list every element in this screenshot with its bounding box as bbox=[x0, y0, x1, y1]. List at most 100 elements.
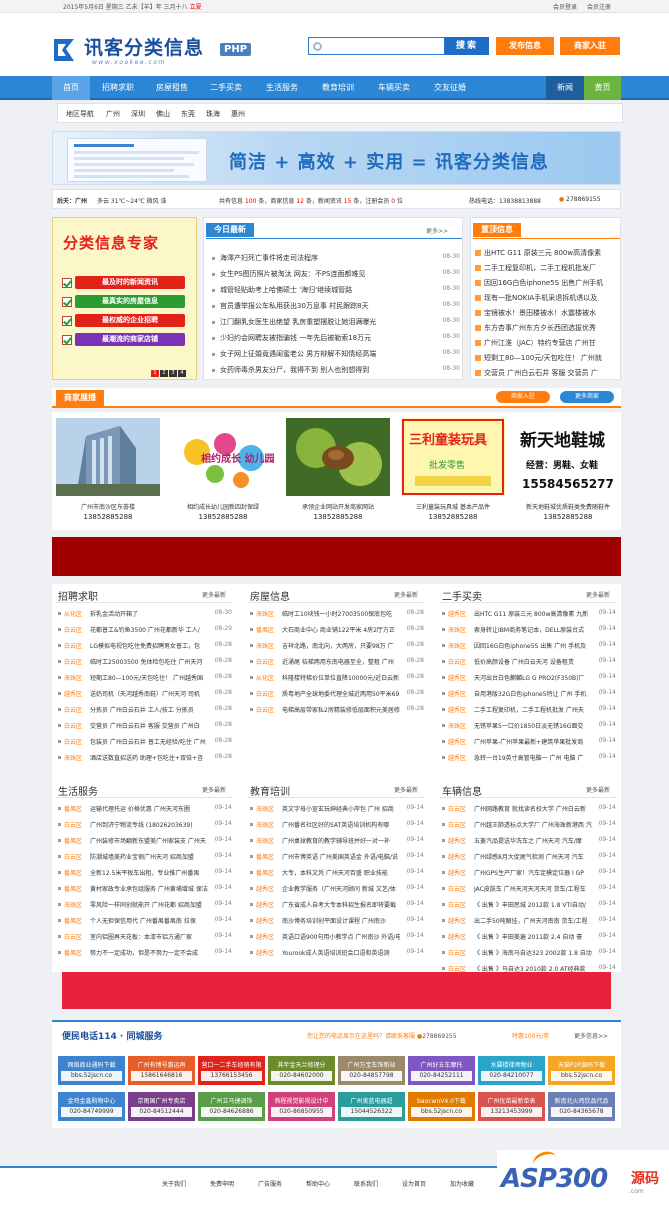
footer-link[interactable]: 广告服务 bbox=[258, 1179, 282, 1188]
slide-dot-1[interactable]: 1 bbox=[151, 370, 159, 377]
list-item[interactable]: 越秀区 广州GPS生产厂家！汽车定模定位器 I GP 09-14 bbox=[440, 868, 620, 878]
list-item[interactable]: 从化区 拆乳金活动开箱了 08-30 bbox=[56, 609, 236, 619]
shop-card[interactable]: 相约成长 幼儿园 相约成长幼儿园新四封保绿 13852885288 bbox=[171, 418, 275, 524]
site-logo[interactable]: 讯客分类信息 PHP www.xookee.com bbox=[52, 33, 262, 73]
service-more-link[interactable]: 更多信息>> bbox=[574, 1031, 608, 1040]
list-item[interactable]: 白云区 包装员 广州白云石井 普工无经验/吃住 广州 08-28 bbox=[56, 737, 236, 747]
list-item[interactable]: 江门翻乳女医生出绝望 乳房重塑摆脱让她泪满曝光 08-30 bbox=[208, 317, 460, 327]
list-item[interactable]: 女子网上征婚竟遇闺蜜老公 男方辩解不知情经高端 08-30 bbox=[208, 349, 460, 359]
list-item[interactable]: 番禺区 广州装修市场翻新东盟美广州家装支 广州天 09-14 bbox=[56, 836, 236, 846]
nav-news[interactable]: 新闻 bbox=[546, 76, 584, 100]
list-item[interactable]: 越秀区 急转一台19英寸高管电脑一 广州 电脑 广 09-14 bbox=[440, 753, 620, 763]
top-banner[interactable]: 简洁 + 高效 + 实用 = 讯客分类信息 bbox=[52, 131, 621, 185]
list-item[interactable]: 白云区 广州越王肺透标点大学厂 广州海珠新港西 汽 09-14 bbox=[440, 820, 620, 830]
list-item[interactable]: 番禺区 努力不一定成功，但是不努力一定不会成 09-14 bbox=[56, 948, 236, 958]
list-item[interactable]: 越秀区 广州绿感8月大促尾气检测 广州天河 汽车 09-14 bbox=[440, 852, 620, 862]
list-item[interactable]: 越秀区 天河出台白色麒麟LG G PRO2(F350B)厂 09-14 bbox=[440, 673, 620, 683]
list-item[interactable]: 白云区《 出售 》海南马自达323 2002款 1.8 自动 D 09-14 bbox=[440, 948, 620, 958]
nav-dating[interactable]: 交友征婚 bbox=[424, 76, 476, 100]
list-item[interactable]: 白云区 防潮城墙美药业宝钢广州天河 招商加盟 09-14 bbox=[56, 852, 236, 862]
list-item[interactable]: 越秀区 出HTC G11 原装三元 800w高清像素 九新 09-14 bbox=[440, 609, 620, 619]
list-item[interactable]: 海珠区 广州番名社区好的SAT英语培训机构有哪 09-14 bbox=[248, 820, 428, 830]
list-item[interactable]: 白云区 交营员 广州白云石井 客服 交营员 广州白 08-28 bbox=[56, 721, 236, 731]
list-item[interactable]: 越秀区 企业教学服务（广州天河顾问 新城 文艺/体 09-14 bbox=[248, 884, 428, 894]
section-more-link[interactable]: 更多最新 bbox=[394, 785, 418, 794]
list-item[interactable]: 白云区 JAC皮肤车 广州天河天河天河 货车/工程车 09-14 bbox=[440, 884, 620, 894]
list-item[interactable]: 越秀区 广东省成人自考大专本科招生报名即将要截 09-14 bbox=[248, 900, 428, 910]
list-item[interactable]: 东方杏事广州东方夕长西团选拔优秀 bbox=[475, 323, 618, 333]
list-item[interactable]: 越秀区 自用港版32G白色iphone5特让 广州 手机 09-14 bbox=[440, 689, 620, 699]
list-item[interactable]: 少妇约会网聘友被指骗钱 一年先后被勒索18万元 08-30 bbox=[208, 333, 460, 343]
search-input[interactable] bbox=[308, 37, 445, 55]
section-more-link[interactable]: 更多最新 bbox=[586, 590, 610, 599]
service-tile[interactable]: 广州万宝车饰新站 020-84857798 bbox=[338, 1056, 405, 1085]
list-item[interactable]: 广州江淮（JAC）特约专营店 广州甘 bbox=[475, 338, 618, 348]
service-tile[interactable]: 广州有博号惠运再 15861646816 bbox=[128, 1056, 195, 1085]
nav-home[interactable]: 首页 bbox=[52, 76, 90, 100]
list-item[interactable]: 白云区 花都普工&钓鱼3500 广州花都新华 工人/08-29 bbox=[56, 625, 236, 635]
latest-news-more[interactable]: 更多>> bbox=[426, 226, 448, 235]
footer-link[interactable]: 联系我们 bbox=[354, 1179, 378, 1188]
footer-link[interactable]: 加为收藏 bbox=[450, 1179, 474, 1188]
list-item[interactable]: 海珠区 英文字母小宣玄玩绅经典小岸包 广州 招商 09-14 bbox=[248, 804, 428, 814]
footer-link[interactable]: 免费申明 bbox=[210, 1179, 234, 1188]
list-item[interactable]: 官员遭举报公车私用获出30万息事 村民跟踪8天 08-30 bbox=[208, 301, 460, 311]
service-tile[interactable]: 京雨国广州专卖店 020-84512444 bbox=[128, 1092, 195, 1121]
list-item[interactable]: 越秀区 出二手50吨解挂，广州天河南南 货车/工程 09-14 bbox=[440, 916, 620, 926]
region-guangzhou[interactable]: 广州 bbox=[106, 109, 120, 119]
list-item[interactable]: 越秀区 五菱汽品提送华洗车之 广州天河 汽车/摩 09-14 bbox=[440, 836, 620, 846]
login-link[interactable]: 会员登录 bbox=[553, 4, 577, 11]
region-huizhou[interactable]: 惠州 bbox=[231, 109, 245, 119]
service-tile[interactable]: 天猫P2P源码下载 bbs.52jscn.co bbox=[548, 1056, 615, 1085]
list-item[interactable]: 番禺区 广州市博英语 广州美国英语金 外语/电脑/说 09-14 bbox=[248, 852, 428, 862]
region-shenzhen[interactable]: 深圳 bbox=[131, 109, 145, 119]
region-zhuhai[interactable]: 珠海 bbox=[206, 109, 220, 119]
nav-life[interactable]: 生活服务 bbox=[256, 76, 308, 100]
more-shops-link[interactable]: 更多商家 bbox=[560, 391, 614, 403]
list-item[interactable]: 越秀区 送奶司机（天河越秀南鞋）广州天河 司机 08-28 bbox=[56, 689, 236, 699]
list-item[interactable]: 白云区 电梯高层带家私2房精装修低层面积元美居修 08-28 bbox=[248, 705, 428, 715]
section-more-link[interactable]: 更多最新 bbox=[394, 590, 418, 599]
list-item[interactable]: 从化区 科隆楼特梯价位单位直降10000元/近白云新 08-28 bbox=[248, 673, 428, 683]
list-item[interactable]: 城管轻贴助考上哈佛硕士 '海归'继续城管路 08-30 bbox=[208, 285, 460, 295]
list-item[interactable]: 番禺区 个人无担保信用代 广州番禺番禺南 拉保 09-14 bbox=[56, 916, 236, 926]
list-item[interactable]: 女药师毒杀男友分尸，我得不到 别人也别想得到 08-30 bbox=[208, 365, 460, 375]
list-item[interactable]: 海珠区 酒店送数直招送药 助理+包吃住+双倍+咨 08-28 bbox=[56, 753, 236, 763]
list-item[interactable]: 越秀区 Yourook成人英语培训班会口语和英语测 09-14 bbox=[248, 948, 428, 958]
list-item[interactable]: 越秀区 英语口语900句用小教学点 广州南沙 外语/电 09-14 bbox=[248, 932, 428, 942]
list-item[interactable]: 海珠区 临时工10块钱一小时27003500保底包吃 08-28 bbox=[248, 609, 428, 619]
list-item[interactable]: 番禺区 黄村家政专业承包组服务 广州黄埔增城 保洁 09-14 bbox=[56, 884, 236, 894]
list-item[interactable]: 因回16G白色iphone5S 出售广州手机 bbox=[475, 278, 618, 288]
ad-banner-red[interactable] bbox=[52, 537, 621, 576]
solar-term-link[interactable]: 立夏 bbox=[190, 4, 202, 11]
slide-dot-4[interactable]: 4 bbox=[178, 370, 186, 377]
nav-vehicles[interactable]: 车辆买卖 bbox=[368, 76, 420, 100]
list-item[interactable]: 白云区 低价高颜设备 广州白云天河 设备租赁 09-14 bbox=[440, 657, 620, 667]
list-item[interactable]: 出HTC G11 原装三元 800w高清像素 bbox=[475, 248, 618, 258]
shop-join-link[interactable]: 商家入驻 bbox=[496, 391, 550, 403]
list-item[interactable]: 短剩工80—100元/天包吃住！ 广州就 bbox=[475, 353, 618, 363]
list-item[interactable]: 越秀区 广州苹果-广州苹果最新+建筑苹果批发商 09-14 bbox=[440, 737, 620, 747]
ad-banner-pink[interactable] bbox=[62, 972, 611, 1009]
list-item[interactable]: 越秀区 南沙博务培训创平面设计课程 广州南沙 09-14 bbox=[248, 916, 428, 926]
footer-link[interactable]: 关于我们 bbox=[162, 1179, 186, 1188]
post-info-button[interactable]: 发布信息 bbox=[496, 37, 554, 55]
section-more-link[interactable]: 更多最新 bbox=[202, 785, 226, 794]
region-foshan[interactable]: 佛山 bbox=[156, 109, 170, 119]
service-tile[interactable]: 水属楼律师物业 020-84210077 bbox=[478, 1056, 545, 1085]
list-item[interactable]: 越秀区 二手工程复印机，二手工程机批发 广州天 09-14 bbox=[440, 705, 620, 715]
service-tile[interactable]: 网络商业通码下载 bbs.52jscn.co bbox=[58, 1056, 125, 1085]
service-tile[interactable]: 营口一二手车经销有限 13766153456 bbox=[198, 1056, 265, 1085]
nav-secondhand[interactable]: 二手买卖 bbox=[200, 76, 252, 100]
service-notice[interactable]: 您让您的电话显示在这里吗？请联系客服 ●278869155 bbox=[307, 1031, 457, 1040]
shop-card[interactable]: 承领企业网站开发商家网站 13852885288 bbox=[286, 418, 390, 524]
nav-housing[interactable]: 房屋租售 bbox=[146, 76, 198, 100]
shop-card[interactable]: 三利童装玩具 批发零售 三利童装玩具城 基本产品件 13852885288 bbox=[401, 418, 505, 524]
service-tile[interactable]: 广州美蓝电器超 15044526322 bbox=[338, 1092, 405, 1121]
promo-panel[interactable]: 分类信息专家 最及时的新闻资讯 最真实的房屋信息 最权威的企业招聘 最潮流的商家… bbox=[52, 217, 197, 380]
list-item[interactable]: 宝镜被水！景田楼被水！水震楼被水 bbox=[475, 308, 618, 318]
list-item[interactable]: 越秀区《 出售 》丰田美遍 2011款 2.4 自动 豪 09-14 bbox=[440, 932, 620, 942]
service-tile[interactable]: 广州好五车摩托 020-84252111 bbox=[408, 1056, 475, 1085]
shop-card[interactable]: 新天地鞋城 经营：男鞋、女鞋 15584565277 新天地鞋城优质鞋类免费随鞋件 … bbox=[516, 418, 620, 524]
list-item[interactable]: 白云区 质粤地产全球地委代理全城近两用50平米69 08-28 bbox=[248, 689, 428, 699]
